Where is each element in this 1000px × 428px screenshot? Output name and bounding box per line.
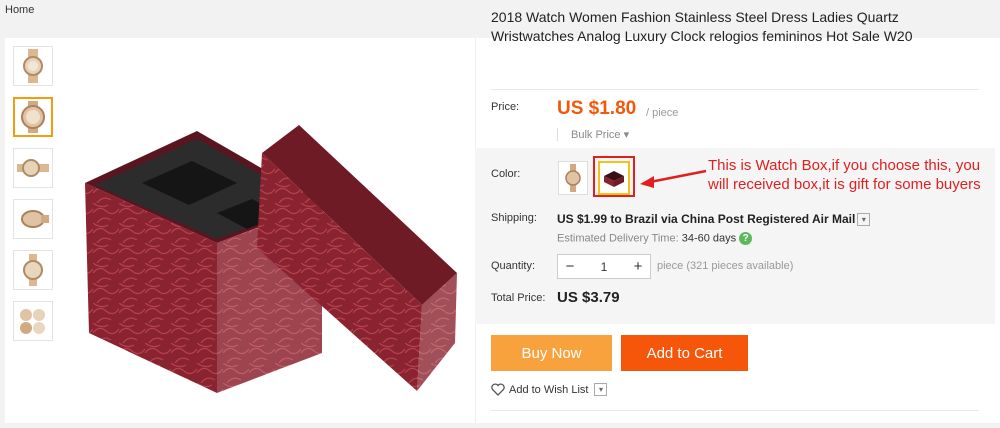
total-price-label: Total Price: — [491, 292, 546, 304]
shipping-label: Shipping: — [491, 212, 537, 224]
breadcrumb-home[interactable]: Home — [5, 4, 34, 16]
thumbnail-watch-group[interactable] — [13, 301, 53, 341]
thumbnail-watch-face[interactable] — [13, 97, 53, 137]
annotation-text: This is Watch Box,if you choose this, yo… — [708, 156, 981, 194]
color-option-watch[interactable] — [558, 161, 588, 195]
help-icon[interactable]: ? — [739, 232, 753, 245]
bulk-price-toggle[interactable]: Bulk Price ▾ — [557, 128, 629, 141]
thumbnail-watch-band[interactable] — [13, 250, 53, 290]
thumbnail-watch-front[interactable] — [13, 46, 53, 86]
chevron-down-icon[interactable]: ▾ — [857, 213, 871, 227]
price-unit: / piece — [646, 107, 679, 119]
delivery-estimate: Estimated Delivery Time: 34-60 days ? — [557, 232, 753, 245]
thumbnail-watch-angle[interactable] — [13, 199, 53, 239]
thumbnail-watch-side[interactable] — [13, 148, 53, 188]
quantity-note: piece (321 pieces available) — [657, 260, 794, 272]
total-price-value: US $3.79 — [557, 289, 620, 306]
bottom-divider — [491, 410, 979, 411]
thumbnail-list — [13, 46, 55, 352]
buy-now-button[interactable]: Buy Now — [491, 335, 612, 371]
quantity-stepper[interactable]: − 1 + — [557, 254, 651, 279]
shipping-cost: US $1.99 — [557, 212, 608, 226]
add-to-cart-button[interactable]: Add to Cart — [621, 335, 748, 371]
quantity-label: Quantity: — [491, 260, 536, 272]
add-to-wish-list[interactable]: Add to Wish List ▾ — [491, 383, 608, 396]
wish-list-label: Add to Wish List — [509, 383, 589, 396]
title-divider — [491, 89, 979, 90]
shipping-method: to Brazil via China Post Registered Air … — [607, 212, 856, 226]
color-label: Color: — [491, 168, 521, 180]
quantity-value[interactable]: 1 — [582, 260, 626, 274]
delivery-value: 34-60 days — [681, 232, 737, 245]
plus-icon[interactable]: + — [626, 258, 650, 275]
highlight-box — [593, 156, 635, 197]
annotation-line-2: will received box,it is gift for some bu… — [708, 176, 981, 193]
price-label: Price: — [491, 101, 520, 113]
product-title: 2018 Watch Women Fashion Stainless Steel… — [491, 9, 913, 44]
arrow-icon — [640, 169, 707, 188]
heart-icon — [491, 383, 505, 396]
main-product-image — [67, 43, 475, 423]
annotation-line-1: This is Watch Box,if you choose this, yo… — [708, 157, 981, 174]
minus-icon[interactable]: − — [558, 258, 582, 275]
delivery-label: Estimated Delivery Time: — [557, 232, 679, 245]
shipping-info[interactable]: US $1.99 to Brazil via China Post Regist… — [557, 212, 871, 227]
breadcrumb: Home — [5, 4, 34, 16]
chevron-down-icon[interactable]: ▾ — [594, 383, 608, 396]
product-price: US $1.80 — [557, 98, 637, 119]
